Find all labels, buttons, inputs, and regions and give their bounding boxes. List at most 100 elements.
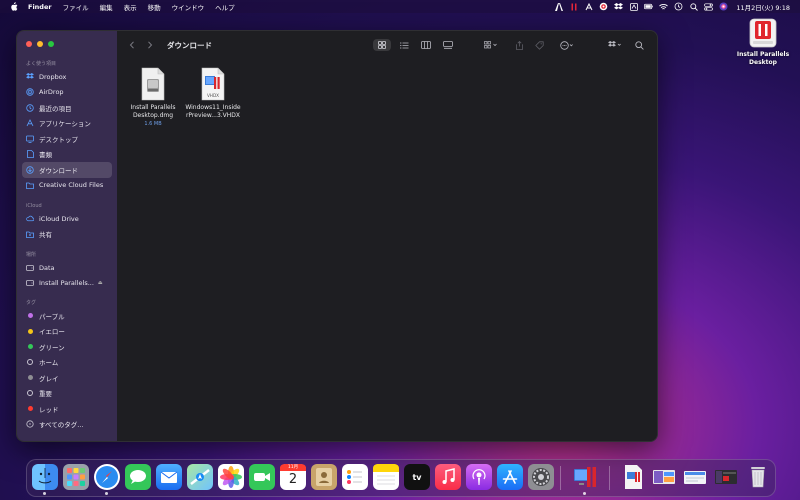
sidebar-item-icloud-drive[interactable]: iCloud Drive bbox=[17, 211, 117, 227]
airdrop-icon bbox=[26, 88, 34, 96]
dock-messages-icon[interactable] bbox=[125, 464, 151, 490]
apple-menu-icon[interactable] bbox=[10, 2, 20, 11]
forward-button[interactable] bbox=[145, 39, 155, 51]
applications-icon bbox=[26, 119, 34, 127]
stats-icon[interactable] bbox=[599, 2, 608, 11]
dock-vhdx-document-icon[interactable] bbox=[620, 464, 646, 490]
sidebar-tag-yellow[interactable]: イエロー bbox=[17, 324, 117, 340]
dock-screenshot-stack-icon[interactable] bbox=[651, 464, 677, 490]
sidebar-tag-important[interactable]: 重要 bbox=[17, 386, 117, 402]
dock-parallels-desktop-icon[interactable] bbox=[572, 464, 598, 490]
menu-file[interactable]: ファイル bbox=[63, 2, 89, 12]
sidebar-item-downloads[interactable]: ダウンロード bbox=[22, 162, 112, 178]
running-indicator bbox=[583, 492, 586, 495]
list-view-button[interactable] bbox=[397, 39, 411, 51]
dropbox-toolbar-button[interactable] bbox=[605, 39, 625, 51]
search-button[interactable] bbox=[633, 39, 645, 51]
sidebar-item-label: レッド bbox=[39, 405, 59, 414]
siri-icon[interactable] bbox=[719, 2, 728, 11]
sidebar-tag-purple[interactable]: パープル bbox=[17, 308, 117, 324]
dock-maps-icon[interactable] bbox=[187, 464, 213, 490]
menu-view[interactable]: 表示 bbox=[124, 2, 137, 12]
file-item-install-parallels-dmg[interactable]: Install Parallels Desktop.dmg 1.6 MB bbox=[120, 67, 186, 127]
sidebar-tag-home[interactable]: ホーム bbox=[17, 355, 117, 371]
dock-mail-icon[interactable] bbox=[156, 464, 182, 490]
gallery-view-button[interactable] bbox=[441, 39, 455, 51]
share-button[interactable] bbox=[513, 39, 525, 51]
menu-window[interactable]: ウインドウ bbox=[172, 2, 205, 12]
dropbox-icon bbox=[26, 73, 34, 81]
dock-photos-icon[interactable] bbox=[218, 464, 244, 490]
dock-trash-icon[interactable] bbox=[745, 464, 771, 490]
sidebar-item-dropbox[interactable]: Dropbox bbox=[17, 69, 117, 85]
dropbox-status-icon[interactable] bbox=[614, 2, 624, 11]
sidebar-item-label: イエロー bbox=[39, 328, 65, 337]
desktop-item-parallels-installer[interactable]: Install Parallels Desktop bbox=[730, 18, 796, 67]
back-button[interactable] bbox=[127, 39, 137, 51]
finder-sidebar: よく使う項目 Dropbox AirDrop 最近の項目 アプリケーション デス… bbox=[17, 31, 117, 441]
creative-cloud-icon[interactable] bbox=[584, 2, 593, 11]
menu-edit[interactable]: 編集 bbox=[100, 2, 113, 12]
menu-bar: Finder ファイル 編集 表示 移動 ウインドウ ヘルプ 11月2日(火) … bbox=[0, 0, 800, 13]
dock-launchpad-icon[interactable] bbox=[63, 464, 89, 490]
menu-finder[interactable]: Finder bbox=[28, 3, 52, 11]
dock-notes-icon[interactable] bbox=[373, 464, 399, 490]
control-center-icon[interactable] bbox=[704, 2, 714, 11]
sidebar-item-shared[interactable]: 共有 bbox=[17, 227, 117, 243]
search-icon[interactable] bbox=[689, 2, 698, 11]
dock-tv-icon[interactable]: tv bbox=[404, 464, 430, 490]
dock-app-store-icon[interactable] bbox=[497, 464, 523, 490]
sidebar-tag-gray[interactable]: グレイ bbox=[17, 370, 117, 386]
sidebar-item-install-parallels[interactable]: Install Parallels... ⏏ bbox=[17, 276, 117, 292]
sidebar-item-documents[interactable]: 書類 bbox=[17, 147, 117, 163]
dock-podcasts-icon[interactable] bbox=[466, 464, 492, 490]
time-machine-icon[interactable] bbox=[674, 2, 683, 11]
sidebar-item-recents[interactable]: 最近の項目 bbox=[17, 100, 117, 116]
dock-separator bbox=[609, 466, 610, 490]
dock-music-icon[interactable] bbox=[435, 464, 461, 490]
more-actions-button[interactable] bbox=[557, 39, 577, 51]
dock-contacts-icon[interactable] bbox=[311, 464, 337, 490]
sidebar-item-airdrop[interactable]: AirDrop bbox=[17, 85, 117, 101]
sidebar-tag-all[interactable]: すべてのタグ... bbox=[17, 417, 117, 433]
dock-reminders-icon[interactable] bbox=[342, 464, 368, 490]
sidebar-header-favorites: よく使う項目 bbox=[26, 61, 57, 67]
menu-clock[interactable]: 11月2日(火) 9:18 bbox=[736, 2, 790, 12]
sidebar-tag-red[interactable]: レッド bbox=[17, 401, 117, 417]
dock-safari-icon[interactable] bbox=[94, 464, 120, 490]
finder-toolbar: ダウンロード bbox=[117, 31, 657, 59]
column-view-button[interactable] bbox=[419, 39, 433, 51]
adobe-icon[interactable] bbox=[554, 2, 563, 11]
dock-finder-icon[interactable] bbox=[32, 464, 58, 490]
wifi-icon[interactable] bbox=[659, 2, 669, 11]
sidebar-item-label: 共有 bbox=[39, 231, 52, 240]
menu-help[interactable]: ヘルプ bbox=[215, 2, 235, 12]
sidebar-item-applications[interactable]: アプリケーション bbox=[17, 116, 117, 132]
sidebar-tag-green[interactable]: グリーン bbox=[17, 339, 117, 355]
sidebar-item-creative-cloud-files[interactable]: Creative Cloud Files bbox=[17, 178, 117, 194]
menu-go[interactable]: 移動 bbox=[148, 2, 161, 12]
window-controls bbox=[26, 41, 59, 47]
app-status-icon[interactable] bbox=[629, 2, 638, 11]
group-by-button[interactable] bbox=[481, 39, 501, 51]
tag-button[interactable] bbox=[533, 39, 545, 51]
minimize-button[interactable] bbox=[37, 41, 43, 47]
file-item-windows11-vhdx[interactable]: VHDX Windows11_Inside rPreview...3.VHDX bbox=[180, 67, 246, 120]
dock-calendar-icon[interactable]: 11月 2 bbox=[280, 464, 306, 490]
tag-dot-icon bbox=[26, 389, 34, 397]
dock-window-stack-icon[interactable] bbox=[713, 464, 739, 490]
sidebar-item-desktop[interactable]: デスクトップ bbox=[17, 131, 117, 147]
dock-facetime-icon[interactable] bbox=[249, 464, 275, 490]
sidebar-item-data[interactable]: Data bbox=[17, 260, 117, 276]
close-button[interactable] bbox=[26, 41, 32, 47]
dock: 11月 2 tv bbox=[26, 459, 776, 497]
battery-icon[interactable] bbox=[644, 2, 654, 11]
zoom-button[interactable] bbox=[48, 41, 54, 47]
window-title: ダウンロード bbox=[167, 41, 212, 50]
dock-system-preferences-icon[interactable] bbox=[528, 464, 554, 490]
eject-icon[interactable]: ⏏ bbox=[98, 280, 103, 286]
dock-document-stack-icon[interactable] bbox=[682, 464, 708, 490]
icon-view-button[interactable] bbox=[373, 39, 391, 51]
sidebar-item-label: Dropbox bbox=[39, 72, 67, 81]
parallels-status-icon[interactable] bbox=[569, 2, 578, 11]
